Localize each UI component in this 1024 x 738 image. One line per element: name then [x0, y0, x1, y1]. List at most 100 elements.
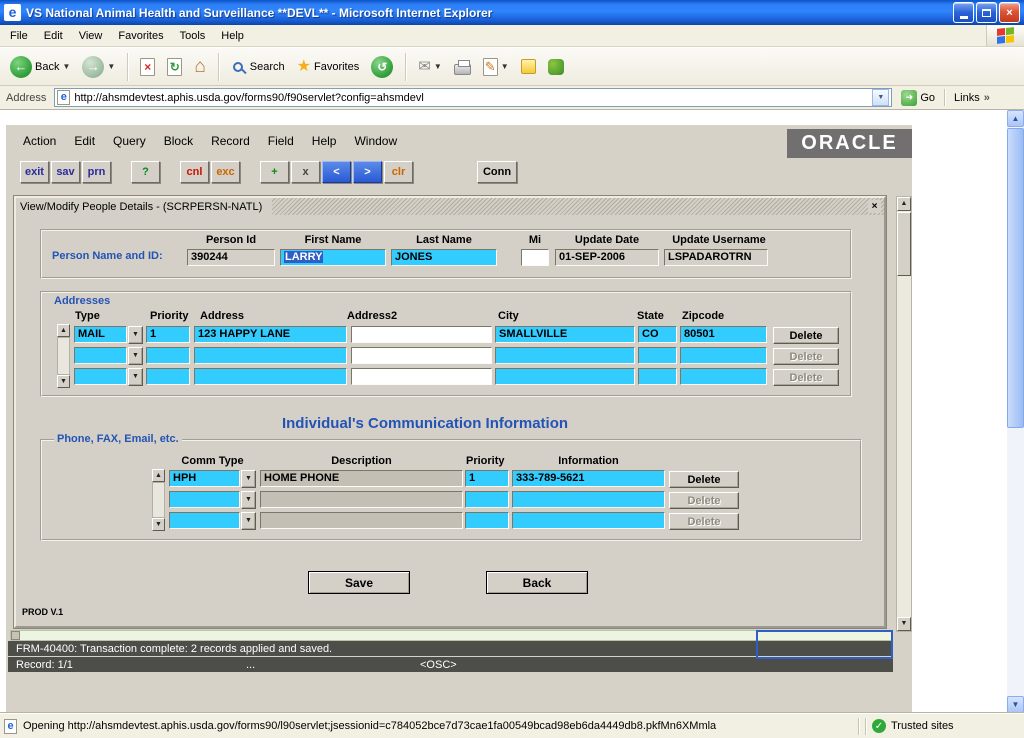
previous-record-button[interactable]: < [322, 161, 351, 183]
last-name-field[interactable]: JONES [391, 249, 497, 266]
links-button[interactable]: Links » [954, 92, 990, 104]
conn-button[interactable]: Conn [477, 161, 517, 183]
comm-delete-button[interactable]: Delete [669, 513, 739, 530]
address2-field[interactable] [351, 326, 492, 343]
address-input[interactable]: e http://ahsmdevtest.aphis.usda.gov/form… [54, 88, 892, 107]
city-field[interactable] [495, 368, 635, 385]
comm-type-field[interactable]: HPH [169, 470, 240, 487]
address-field[interactable] [194, 368, 347, 385]
comm-information-field[interactable] [512, 512, 665, 529]
forms-menu-window[interactable]: Window [345, 131, 406, 151]
remove-record-button[interactable]: x [291, 161, 320, 183]
address-priority-field[interactable] [146, 347, 190, 364]
discuss-button[interactable] [517, 57, 540, 76]
forms-menu-help[interactable]: Help [303, 131, 346, 151]
address-type-field[interactable] [74, 347, 127, 364]
forward-button[interactable]: → ▼ [78, 54, 119, 80]
state-field[interactable] [638, 368, 677, 385]
comm-type-field[interactable] [169, 491, 240, 508]
forward-dropdown-icon[interactable]: ▼ [107, 62, 115, 71]
first-name-field[interactable]: LARRY [280, 249, 386, 266]
edit-dropdown-icon[interactable]: ▼ [501, 62, 509, 71]
address2-field[interactable] [351, 347, 492, 364]
save-button[interactable]: Save [308, 571, 410, 594]
address-delete-button[interactable]: Delete [773, 369, 839, 386]
forms-menu-edit[interactable]: Edit [65, 131, 104, 151]
forms-menu-record[interactable]: Record [202, 131, 259, 151]
address-field[interactable] [194, 347, 347, 364]
comm-delete-button[interactable]: Delete [669, 471, 739, 488]
scroll-up-icon[interactable]: ▲ [1007, 110, 1024, 127]
maximize-button[interactable] [976, 2, 997, 23]
forms-menu-block[interactable]: Block [155, 131, 202, 151]
refresh-button[interactable]: ↻ [163, 56, 186, 78]
comm-type-field[interactable] [169, 512, 240, 529]
state-field[interactable]: CO [638, 326, 677, 343]
comm-delete-button[interactable]: Delete [669, 492, 739, 509]
mail-button[interactable]: ✉ ▼ [414, 57, 446, 76]
address-dropdown-icon[interactable]: ▼ [872, 89, 889, 106]
close-button[interactable]: × [999, 2, 1020, 23]
scrollbar-thumb[interactable] [897, 212, 911, 276]
zipcode-field[interactable]: 80501 [680, 326, 767, 343]
comm-information-field[interactable]: 333-789-5621 [512, 470, 665, 487]
execute-toolbar-button[interactable]: exc [211, 161, 240, 183]
scroll-down-icon[interactable]: ▼ [897, 617, 911, 631]
scroll-down-icon[interactable]: ▼ [1007, 696, 1024, 713]
forms-menu-action[interactable]: Action [14, 131, 65, 151]
forms-menu-field[interactable]: Field [259, 131, 303, 151]
exit-button[interactable]: exit [20, 161, 49, 183]
next-record-button[interactable]: > [353, 161, 382, 183]
scrollbar-thumb[interactable] [1007, 128, 1024, 428]
edit-button[interactable]: ✎ ▼ [479, 56, 513, 78]
menu-edit[interactable]: Edit [36, 27, 71, 45]
address-delete-button[interactable]: Delete [773, 348, 839, 365]
address-type-field[interactable] [74, 368, 127, 385]
clear-toolbar-button[interactable]: clr [384, 161, 413, 183]
address-delete-button[interactable]: Delete [773, 327, 839, 344]
stop-button[interactable]: × [136, 56, 159, 78]
history-button[interactable]: ↺ [367, 54, 397, 80]
address2-field[interactable] [351, 368, 492, 385]
cancel-toolbar-button[interactable]: cnl [180, 161, 209, 183]
help-toolbar-button[interactable]: ? [131, 161, 160, 183]
comm-priority-field[interactable]: 1 [465, 470, 509, 487]
menu-tools[interactable]: Tools [172, 27, 214, 45]
menu-favorites[interactable]: Favorites [110, 27, 171, 45]
menu-view[interactable]: View [71, 27, 111, 45]
city-field[interactable]: SMALLVILLE [495, 326, 635, 343]
home-button[interactable]: ⌂ [190, 56, 209, 78]
address-type-dropdown[interactable]: ▼ [128, 368, 143, 386]
menu-file[interactable]: File [2, 27, 36, 45]
minimize-button[interactable] [953, 2, 974, 23]
people-details-close-icon[interactable]: × [868, 200, 881, 213]
comm-type-dropdown[interactable]: ▼ [241, 491, 256, 509]
save-toolbar-button[interactable]: sav [51, 161, 80, 183]
print-toolbar-button[interactable]: prn [82, 161, 111, 183]
zipcode-field[interactable] [680, 368, 767, 385]
people-details-titlebar[interactable]: View/Modify People Details - (SCRPERSN-N… [16, 198, 884, 215]
comm-information-field[interactable] [512, 491, 665, 508]
scroll-up-icon[interactable]: ▲ [897, 197, 911, 211]
menu-help[interactable]: Help [213, 27, 252, 45]
address-priority-field[interactable]: 1 [146, 326, 190, 343]
address-type-dropdown[interactable]: ▼ [128, 347, 143, 365]
address-field[interactable]: 123 HAPPY LANE [194, 326, 347, 343]
print-button[interactable] [450, 57, 475, 77]
mail-dropdown-icon[interactable]: ▼ [434, 62, 442, 71]
address-priority-field[interactable] [146, 368, 190, 385]
insert-record-button[interactable]: + [260, 161, 289, 183]
comm-type-dropdown[interactable]: ▼ [241, 512, 256, 530]
back-form-button[interactable]: Back [486, 571, 588, 594]
go-button[interactable]: ➜ Go [897, 89, 939, 107]
address-type-field[interactable]: MAIL [74, 326, 127, 343]
comm-type-dropdown[interactable]: ▼ [241, 470, 256, 488]
zipcode-field[interactable] [680, 347, 767, 364]
favorites-button[interactable]: ★ Favorites [293, 57, 364, 77]
mi-field[interactable] [521, 249, 549, 266]
focused-status-box[interactable] [756, 630, 893, 659]
comm-priority-field[interactable] [465, 491, 509, 508]
messenger-button[interactable] [544, 57, 568, 77]
back-dropdown-icon[interactable]: ▼ [62, 62, 70, 71]
comm-priority-field[interactable] [465, 512, 509, 529]
